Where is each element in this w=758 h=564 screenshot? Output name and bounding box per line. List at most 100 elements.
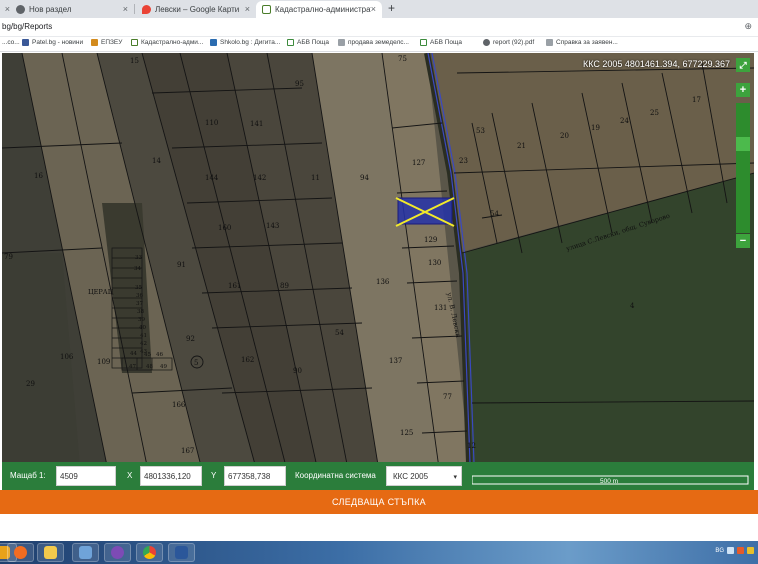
selected-parcel[interactable] [395,197,455,227]
close-icon[interactable]: × [371,4,376,14]
bookmark-favicon-icon [22,39,29,46]
parcel-label: 109 [97,358,110,366]
tray-app-icon[interactable] [737,547,744,554]
parcel-label: 54 [335,329,344,337]
parcel-label: 47 [129,364,136,370]
folder-icon [44,546,57,559]
taskbar-word[interactable] [168,543,195,562]
parcel-label: 21 [517,142,526,150]
bookmark-favicon-icon [131,39,138,46]
parcel-label: 90 [293,367,302,375]
x-coordinate-input[interactable]: 4801336,120 [140,466,202,486]
scale-label: Мащаб 1: [10,471,46,480]
tab-cadastre[interactable]: Кадастрално-административна × [256,1,382,18]
bookmark-item[interactable]: АБВ Поща [420,39,462,46]
word-icon [175,546,188,559]
bookmark-item[interactable]: Patel.bg - новини [22,39,83,46]
parcel-label: 137 [389,357,402,365]
parcel-label: 11 [311,174,320,182]
url-text[interactable]: bg/bg/Reports [2,22,52,31]
taskbar-viber[interactable] [104,543,131,562]
parcel-label: 14 [152,157,161,165]
bookmark-item[interactable]: продава земеделс... [338,39,409,46]
zoom-slider-handle[interactable] [736,137,750,151]
parcel-label: 23 [459,157,468,165]
help-icon[interactable] [727,547,734,554]
parcel-label: 54 [490,210,499,218]
bookmark-item[interactable]: ЕПЗЕУ [91,39,122,46]
parcel-label: 20 [560,132,569,140]
bookmark-favicon-icon [420,39,427,46]
tab-label: Левски – Google Карти [155,5,240,14]
bookmark-item[interactable]: Shkolo.bg : Дигита... [210,39,280,46]
bookmark-item[interactable]: Справка за заявен... [546,39,618,46]
close-icon[interactable]: × [245,4,250,14]
taskbar-chrome[interactable] [136,543,163,562]
tab-label: Нов раздел [29,5,72,14]
parcel-label: 16 [34,172,43,180]
parcel-label: 75 [398,55,407,63]
taskbar-explorer[interactable] [37,543,64,562]
taskbar-network[interactable] [72,543,99,562]
next-step-button[interactable]: СЛЕДВАЩА СТЪПКА [0,490,758,514]
parcel-label: 36 [136,293,143,299]
parcel-label: 144 [205,174,219,182]
scale-bar-label: 500 m [600,478,618,485]
cursor-coordinate-readout: ККС 2005 4801461.394, 677229.367 [582,59,730,69]
parcel-label: 141 [250,120,263,128]
parcel-label: 79 [4,253,13,261]
tray-app-icon[interactable] [747,547,754,554]
tab-new-page[interactable]: Нов раздел × [10,1,134,18]
close-icon[interactable]: × [123,4,128,14]
parcel-label: 46 [156,352,163,358]
bookmark-label: продава земеделс... [348,39,409,46]
bookmark-label: ...co... [2,39,20,46]
fullscreen-button[interactable]: ⤢ [736,58,750,72]
scale-input[interactable]: 4509 [56,466,116,486]
x-label: X [127,471,133,480]
parcel-label: 94 [360,174,369,182]
parcel-label: 45 [144,352,151,358]
parcel-label: 42 [140,341,147,347]
bookmark-label: Patel.bg - новини [32,39,84,46]
map-scale-bar: 500 m [472,475,749,485]
screen: × Нов раздел × Левски – Google Карти × К… [0,0,758,564]
parcel-label: 35 [135,285,142,291]
parcel-label: 19 [591,124,600,132]
parcel-label: 125 [400,429,413,437]
bookmark-item[interactable]: Кадастрално-адми... [131,39,203,46]
taskbar-firefox[interactable] [7,543,34,562]
zoom-slider-track[interactable] [736,103,750,233]
zoom-in-button[interactable]: + [736,83,750,97]
parcel-label: 89 [280,282,289,290]
zoom-icon[interactable]: ⊕ [744,21,752,32]
new-tab-button[interactable]: + [384,2,399,16]
parcel-label: 127 [412,159,425,167]
crs-select[interactable]: ККС 2005 ▾ [386,466,462,486]
address-bar[interactable]: bg/bg/Reports ⊕ [0,18,758,37]
parcel-label: 15 [130,57,139,65]
parcel-label: 136 [376,278,390,286]
zoom-out-button[interactable]: − [736,234,750,248]
cadastral-map[interactable]: 15 95 75 110 141 14 144 142 11 94 127 16… [2,53,754,490]
language-indicator[interactable]: BG [715,548,724,554]
tab-separator [134,4,135,14]
parcel-label: 44 [130,351,137,357]
parcel-label: 25 [650,109,659,117]
tab-google-maps[interactable]: Левски – Google Карти × [136,1,256,18]
bookmark-label: АБВ Поща [297,39,329,46]
map-canvas[interactable]: 15 95 75 110 141 14 144 142 11 94 127 16… [2,53,754,490]
parcel-label: 162 [241,356,254,364]
parcel-label: 39 [138,317,145,323]
parcel-label: 5 [194,359,198,367]
y-coordinate-input[interactable]: 677358,738 [224,466,286,486]
chrome-icon [16,5,25,14]
parcel-label: 166 [172,401,186,409]
bookmark-item[interactable]: АБВ Поща [287,39,329,46]
bookmark-item[interactable]: ...co... [2,39,20,46]
bookmark-label: Справка за заявен... [556,39,618,46]
parcel-label: 34 [134,266,141,272]
parcel-label: 53 [476,127,485,135]
bookmark-item[interactable]: report (92).pdf [483,39,534,46]
bookmark-favicon-icon [91,39,98,46]
